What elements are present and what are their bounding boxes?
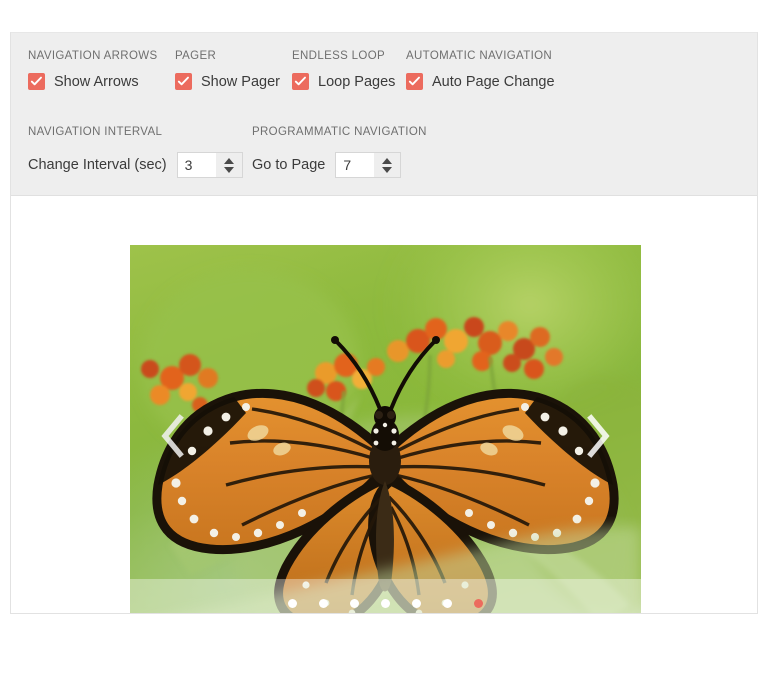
chevron-left-icon[interactable]	[159, 414, 185, 458]
stepper-up-icon[interactable]	[223, 157, 234, 164]
page-root: NAVIGATION ARROWS PAGER ENDLESS LOOP AUT…	[0, 0, 770, 676]
checkmark-icon	[177, 76, 189, 86]
butterfly-photo-illustration	[140, 245, 641, 613]
go-to-page-input[interactable]	[336, 153, 375, 177]
pager-dot-5[interactable]	[412, 598, 421, 608]
stepper-up-icon[interactable]	[382, 157, 393, 164]
settings-toolbar: NAVIGATION ARROWS PAGER ENDLESS LOOP AUT…	[11, 33, 757, 196]
checkbox-row-show-arrows[interactable]: Show Arrows	[28, 73, 139, 90]
checkbox-row-show-pager[interactable]: Show Pager	[175, 73, 280, 90]
pager-dot-4[interactable]	[381, 598, 390, 608]
checkbox-row-auto-page-change[interactable]: Auto Page Change	[406, 73, 555, 90]
pager-dot-6[interactable]	[443, 598, 452, 608]
change-interval-stepper[interactable]	[215, 153, 242, 177]
spinner-row-change-interval: Change Interval (sec)	[28, 152, 243, 178]
checkbox-row-loop-pages[interactable]: Loop Pages	[292, 73, 395, 90]
stepper-down-icon[interactable]	[223, 166, 234, 173]
pager-dot-2[interactable]	[319, 598, 328, 608]
show-pager-label: Show Pager	[201, 73, 280, 90]
auto-page-change-checkbox[interactable]	[406, 73, 423, 90]
slide-image	[130, 245, 641, 613]
pager-dot-1[interactable]	[288, 598, 297, 608]
show-pager-checkbox[interactable]	[175, 73, 192, 90]
pager-dot-3[interactable]	[350, 598, 359, 608]
loop-pages-checkbox[interactable]	[292, 73, 309, 90]
group-label-navigation-interval: NAVIGATION INTERVAL	[28, 126, 163, 138]
carousel-stage	[11, 196, 757, 613]
go-to-page-stepper[interactable]	[374, 153, 401, 177]
loop-pages-label: Loop Pages	[318, 73, 396, 90]
group-label-automatic-navigation: AUTOMATIC NAVIGATION	[406, 50, 553, 62]
carousel-demo-card: NAVIGATION ARROWS PAGER ENDLESS LOOP AUT…	[10, 32, 758, 614]
checkmark-icon	[294, 76, 306, 86]
pager-dot-7[interactable]	[474, 598, 483, 608]
show-arrows-checkbox[interactable]	[28, 73, 45, 90]
checkmark-icon	[30, 76, 42, 86]
checkmark-icon	[408, 76, 420, 86]
group-label-endless-loop: ENDLESS LOOP	[292, 50, 386, 62]
chevron-right-icon[interactable]	[586, 414, 612, 458]
spinner-row-go-to-page: Go to Page	[252, 152, 402, 178]
group-label-programmatic-navigation: PROGRAMMATIC NAVIGATION	[252, 126, 427, 138]
group-label-pager: PAGER	[175, 50, 217, 62]
stepper-down-icon[interactable]	[382, 166, 393, 173]
change-interval-label: Change Interval (sec)	[28, 157, 167, 173]
change-interval-input[interactable]	[177, 153, 216, 177]
carousel-pager	[130, 579, 641, 613]
go-to-page-spinner[interactable]	[335, 152, 402, 178]
change-interval-spinner[interactable]	[176, 152, 243, 178]
show-arrows-label: Show Arrows	[54, 73, 139, 90]
carousel-next-button[interactable]	[579, 406, 619, 466]
carousel-prev-button[interactable]	[152, 406, 192, 466]
auto-page-change-label: Auto Page Change	[432, 73, 555, 90]
go-to-page-label: Go to Page	[252, 157, 326, 173]
group-label-navigation-arrows: NAVIGATION ARROWS	[28, 50, 158, 62]
carousel-slide[interactable]	[130, 245, 641, 613]
